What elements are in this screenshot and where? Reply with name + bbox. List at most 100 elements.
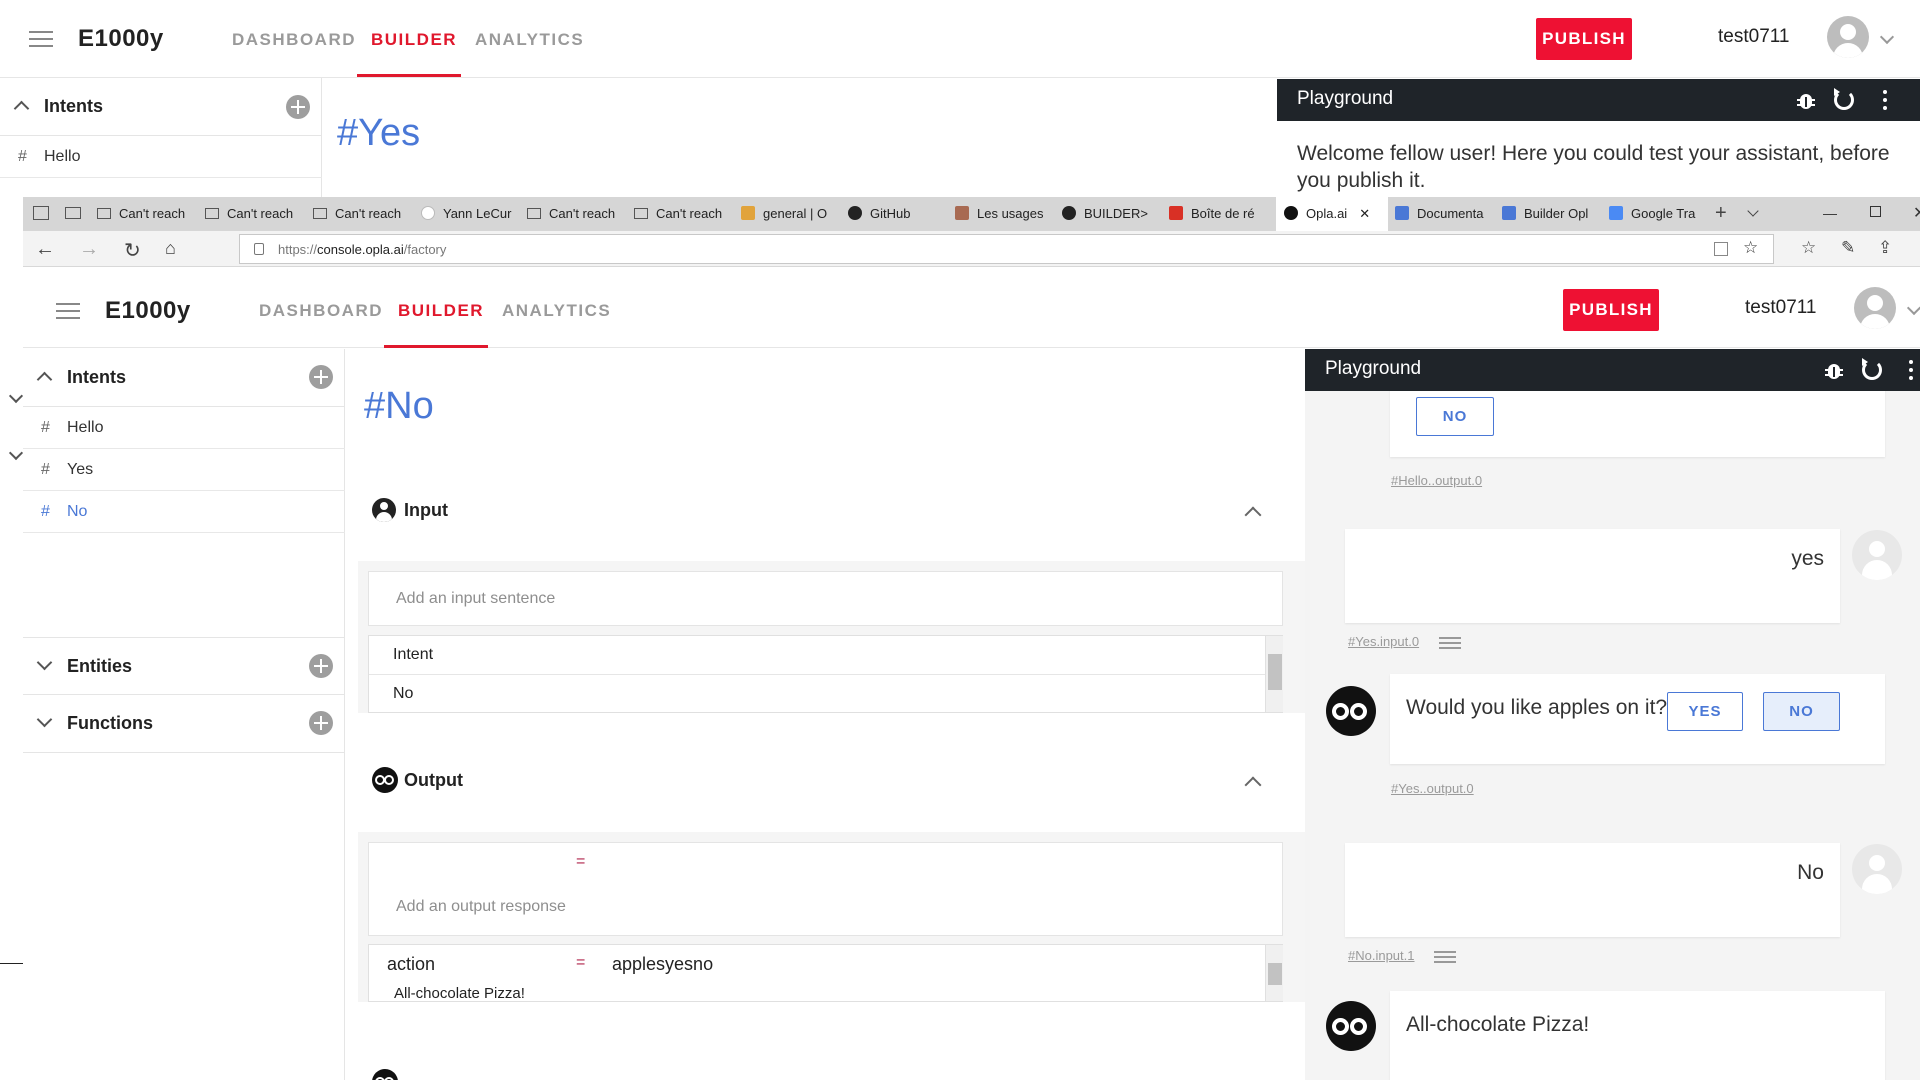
bug-icon[interactable] (1825, 360, 1843, 380)
details-icon[interactable] (1439, 637, 1461, 651)
star-icon[interactable]: ☆ (1743, 238, 1758, 258)
chevron-up-icon[interactable] (36, 371, 53, 388)
scrollbar[interactable] (1265, 636, 1283, 712)
hash-icon: # (41, 503, 50, 520)
browser-tab[interactable]: BUILDER> (1062, 197, 1168, 231)
trace-link[interactable]: #Yes.input.0 (1348, 634, 1419, 649)
browser-tab[interactable]: Can't reach (205, 197, 311, 231)
avatar[interactable] (1854, 287, 1896, 329)
functions-label: Functions (67, 713, 153, 733)
browser-tab[interactable]: Can't reach (634, 197, 740, 231)
input-sentence-field[interactable]: Add an input sentence (368, 571, 1283, 626)
refresh-icon[interactable] (1862, 358, 1882, 380)
tab-list-chevron-icon[interactable] (1747, 205, 1759, 217)
back-icon[interactable]: ← (35, 238, 55, 261)
add-intent-icon[interactable] (309, 365, 333, 389)
minimize-icon[interactable]: — (1823, 205, 1837, 221)
sidebar-item-hello[interactable]: # Hello (0, 136, 322, 178)
sidebar-item-hello[interactable]: # Hello (23, 407, 345, 449)
scrollbar[interactable] (1265, 945, 1283, 1001)
bot-message: Would you like apples on it? YES NO (1390, 674, 1885, 764)
browser-tab[interactable]: general | O (741, 197, 847, 231)
chevron-up-icon[interactable] (1244, 776, 1262, 794)
close-icon[interactable]: ✕ (1359, 206, 1370, 221)
home-icon[interactable]: ⌂ (165, 238, 176, 259)
entities-header[interactable]: Entities (23, 637, 345, 695)
browser-tab[interactable]: Documenta (1395, 197, 1501, 231)
publish-button[interactable]: PUBLISH (1536, 18, 1632, 60)
no-choice-button[interactable]: NO (1416, 397, 1494, 436)
add-intent-icon[interactable] (286, 95, 310, 119)
chevron-up-icon[interactable] (13, 100, 30, 117)
table-row[interactable]: No (369, 675, 1265, 714)
action-value[interactable]: applesyesno (612, 954, 713, 975)
add-function-icon[interactable] (309, 711, 333, 735)
browser-tab[interactable]: Builder Opl (1502, 197, 1608, 231)
avatar[interactable] (1827, 16, 1869, 58)
restore-icon[interactable] (1870, 206, 1881, 217)
add-entity-icon[interactable] (309, 654, 333, 678)
action-key[interactable]: action (387, 954, 435, 975)
chevron-down-icon[interactable] (1879, 29, 1895, 45)
refresh-icon[interactable] (1834, 88, 1854, 110)
menu-icon[interactable] (29, 31, 53, 49)
new-tab-icon[interactable]: + (1715, 202, 1727, 225)
bug-icon[interactable] (1797, 90, 1815, 110)
trace-link[interactable]: #No.input.1 (1348, 948, 1415, 963)
tab-dashboard[interactable]: DASHBOARD (259, 301, 383, 321)
chevron-down-icon[interactable] (36, 654, 53, 671)
intents-header[interactable]: Intents (23, 349, 345, 407)
publish-button[interactable]: PUBLISH (1563, 289, 1659, 331)
more-vert-icon[interactable] (1883, 90, 1887, 110)
intents-sidebar: Intents # Hello (0, 78, 322, 198)
reading-view-icon[interactable] (1714, 242, 1728, 256)
trace-link[interactable]: #Yes..output.0 (1391, 781, 1474, 796)
browser-tab[interactable]: Les usages (955, 197, 1061, 231)
functions-header[interactable]: Functions (23, 695, 345, 753)
tab-dashboard[interactable]: DASHBOARD (232, 30, 356, 50)
trace-link[interactable]: #Hello..output.0 (1391, 473, 1482, 488)
chevron-down-icon[interactable] (36, 711, 53, 728)
browser-tab[interactable]: Google Tra (1609, 197, 1709, 231)
favorites-icon[interactable]: ☆ (1801, 238, 1816, 258)
tab-analytics[interactable]: ANALYTICS (502, 301, 611, 321)
browser-tab[interactable]: Can't reach (527, 197, 633, 231)
forward-icon[interactable]: → (79, 238, 99, 261)
details-icon[interactable] (1434, 951, 1456, 965)
menu-icon[interactable] (56, 303, 80, 321)
browser-tab[interactable]: Boîte de ré (1169, 197, 1275, 231)
tab-analytics[interactable]: ANALYTICS (475, 30, 584, 50)
active-tab-indicator (357, 74, 461, 77)
output-section: = Add an output response action = apples… (358, 832, 1313, 1002)
tab-actions-icon[interactable] (33, 206, 49, 220)
username[interactable]: test0711 (1718, 26, 1789, 48)
username[interactable]: test0711 (1745, 297, 1816, 319)
browser-tab[interactable]: Yann LeCur (421, 197, 527, 231)
output-response-text[interactable]: All-chocolate Pizza! (394, 985, 525, 1002)
reload-icon[interactable]: ↻ (124, 238, 141, 263)
yes-choice-button[interactable]: YES (1667, 692, 1743, 731)
browser-tab[interactable]: Can't reach (313, 197, 419, 231)
table-row[interactable]: Intent (369, 636, 1265, 675)
pen-icon[interactable]: ✎ (1841, 238, 1855, 258)
tab-builder[interactable]: BUILDER (398, 301, 484, 321)
sidebar-item-yes[interactable]: # Yes (23, 449, 345, 491)
no-choice-button[interactable]: NO (1763, 692, 1840, 731)
lock-icon (254, 243, 264, 255)
intents-header[interactable]: Intents (0, 78, 322, 136)
browser-tab[interactable]: GitHub (848, 197, 954, 231)
sidebar-item-no[interactable]: # No (23, 491, 345, 533)
url-field[interactable]: https://console.opla.ai/factory ☆ (239, 234, 1774, 264)
browser-tab-active[interactable]: Opla.ai ✕ (1276, 197, 1388, 231)
tab-builder[interactable]: BUILDER (371, 30, 457, 50)
set-aside-tabs-icon[interactable] (65, 207, 81, 219)
chevron-up-icon[interactable] (1244, 506, 1262, 524)
opla-logo-icon (372, 1069, 398, 1080)
more-vert-icon[interactable] (1909, 360, 1913, 380)
close-window-icon[interactable]: ✕ (1913, 203, 1920, 223)
share-icon[interactable]: ⇪ (1878, 238, 1892, 258)
equals-sign: = (576, 853, 586, 870)
browser-tab[interactable]: Can't reach (97, 197, 203, 231)
output-response-field[interactable]: = Add an output response (368, 842, 1283, 936)
chevron-down-icon[interactable] (1906, 300, 1920, 316)
